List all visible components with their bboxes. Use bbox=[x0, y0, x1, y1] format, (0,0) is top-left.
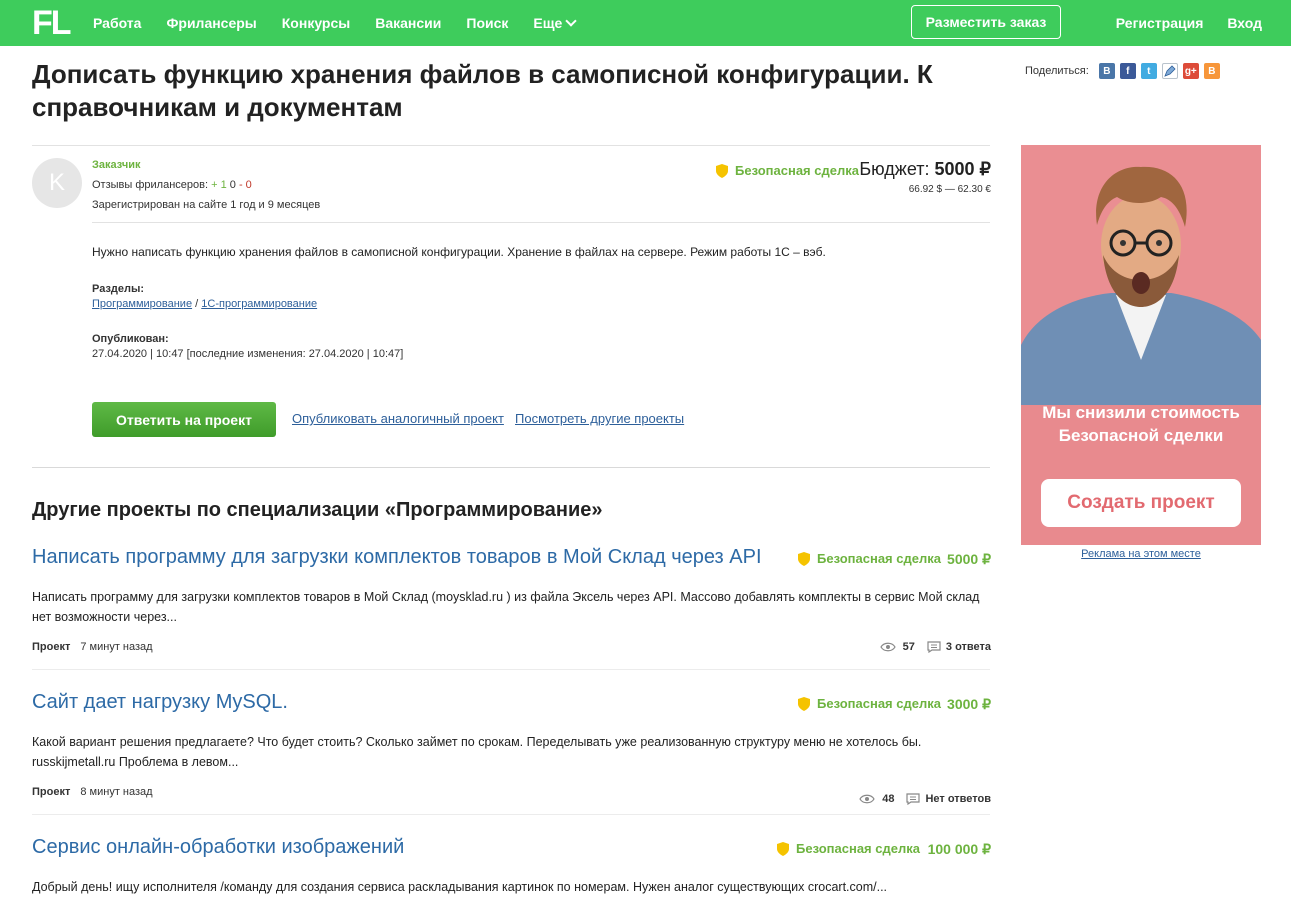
sections-breadcrumb: Программирование / 1С-программирование bbox=[92, 298, 317, 310]
project-description: Написать программу для загрузки комплект… bbox=[32, 590, 980, 624]
reply-to-project-button[interactable]: Ответить на проект bbox=[92, 402, 276, 437]
eye-icon bbox=[879, 642, 896, 652]
registered-duration: Зарегистрирован на сайте 1 год и 9 месяц… bbox=[92, 199, 321, 211]
safe-deal-label: Безопасная сделка bbox=[817, 696, 941, 711]
eye-icon bbox=[859, 794, 875, 804]
ad-text-line1: Мы снизили стоимость bbox=[1042, 403, 1240, 422]
nav-contests[interactable]: Конкурсы bbox=[282, 15, 350, 31]
safe-deal-badge[interactable]: Безопасная сделка bbox=[798, 551, 941, 566]
project-divider bbox=[32, 814, 990, 815]
nav-more[interactable]: Еще bbox=[533, 14, 578, 31]
blogger-icon[interactable]: B bbox=[1203, 63, 1220, 79]
project-title-link[interactable]: Сайт дает нагрузку MySQL. bbox=[32, 691, 288, 714]
reviews-neutral[interactable]: 0 bbox=[230, 179, 236, 191]
livejournal-icon[interactable] bbox=[1161, 63, 1178, 79]
other-projects-heading: Другие проекты по специализации «Програм… bbox=[32, 499, 603, 521]
project-price: 3000 ₽ bbox=[947, 696, 991, 712]
project-meta: Проект 7 минут назад bbox=[32, 641, 153, 653]
auth-links: Регистрация Вход bbox=[1116, 0, 1262, 46]
card-bottom-divider bbox=[32, 467, 990, 468]
project-title-link[interactable]: Написать программу для загрузки комплект… bbox=[32, 546, 762, 569]
share-label: Поделиться: bbox=[1025, 65, 1089, 77]
section-programming-link[interactable]: Программирование bbox=[92, 298, 192, 310]
comment-icon bbox=[906, 793, 921, 805]
budget: Бюджет: 5000 ₽ bbox=[859, 159, 991, 180]
reviews-positive[interactable]: + 1 bbox=[211, 179, 227, 191]
project-type: Проект bbox=[32, 786, 71, 798]
project-time: 7 минут назад bbox=[80, 641, 153, 653]
project-meta: Проект 8 минут назад bbox=[32, 786, 153, 798]
page-title: Дописать функцию хранения файлов в самоп… bbox=[32, 59, 933, 122]
project-time: 8 минут назад bbox=[80, 786, 153, 798]
reviews-label: Отзывы фрилансеров: bbox=[92, 179, 212, 191]
project-stats: 48 Нет ответов bbox=[859, 793, 991, 805]
customer-reviews: Отзывы фрилансеров: + 1 0 - 0 bbox=[92, 179, 252, 191]
main-nav: Работа Фрилансеры Конкурсы Вакансии Поис… bbox=[93, 0, 600, 46]
project-description: Добрый день! ищу исполнителя /команду дл… bbox=[32, 880, 888, 894]
project-description: Какой вариант решения предлагаете? Что б… bbox=[32, 735, 922, 769]
safe-deal-badge[interactable]: Безопасная сделка bbox=[716, 163, 859, 178]
login-link[interactable]: Вход bbox=[1227, 15, 1262, 31]
project-description: Нужно написать функцию хранения файлов в… bbox=[92, 245, 826, 259]
shield-icon bbox=[798, 551, 810, 566]
shield-icon bbox=[716, 163, 728, 178]
comment-icon bbox=[927, 641, 941, 653]
safe-deal-label: Безопасная сделка bbox=[817, 551, 941, 566]
top-navbar: FL Работа Фрилансеры Конкурсы Вакансии П… bbox=[0, 0, 1291, 46]
safe-deal-label: Безопасная сделка bbox=[796, 841, 920, 856]
reviews-negative[interactable]: - 0 bbox=[239, 179, 252, 191]
project-price: 5000 ₽ bbox=[947, 551, 991, 567]
view-other-projects-link[interactable]: Посмотреть другие проекты bbox=[515, 411, 684, 426]
ad-text: Мы снизили стоимость Безопасной сделки bbox=[1021, 401, 1261, 447]
safe-deal-badge[interactable]: Безопасная сделка bbox=[798, 696, 941, 711]
card-inner-divider bbox=[92, 222, 990, 223]
logo[interactable]: FL bbox=[32, 6, 72, 40]
answers-count[interactable]: 3 ответа bbox=[946, 641, 991, 653]
twitter-icon[interactable]: t bbox=[1140, 63, 1157, 79]
section-separator: / bbox=[195, 298, 199, 310]
register-link[interactable]: Регистрация bbox=[1116, 15, 1204, 31]
budget-label: Бюджет: bbox=[859, 159, 930, 179]
shield-icon bbox=[777, 841, 789, 856]
project-title-link[interactable]: Сервис онлайн-обработки изображений bbox=[32, 836, 404, 859]
nav-freelancers[interactable]: Фрилансеры bbox=[166, 15, 256, 31]
answers-count[interactable]: Нет ответов bbox=[925, 793, 991, 805]
card-top-divider bbox=[32, 145, 990, 146]
views-count: 57 bbox=[902, 641, 915, 653]
safe-deal-badge[interactable]: Безопасная сделка bbox=[777, 841, 920, 856]
project-price: 100 000 ₽ bbox=[927, 841, 991, 857]
nav-vacancies[interactable]: Вакансии bbox=[375, 15, 441, 31]
vk-icon[interactable]: B bbox=[1098, 63, 1115, 79]
nav-more-label: Еще bbox=[533, 15, 563, 31]
share-bar: Поделиться: B f t g+ B bbox=[1025, 63, 1225, 79]
budget-value: 5000 ₽ bbox=[934, 159, 992, 179]
nav-search[interactable]: Поиск bbox=[466, 15, 508, 31]
ad-place-link[interactable]: Реклама на этом месте bbox=[1021, 548, 1261, 560]
ad-text-line2: Безопасной сделки bbox=[1058, 426, 1224, 445]
facebook-icon[interactable]: f bbox=[1119, 63, 1136, 79]
google-plus-icon[interactable]: g+ bbox=[1182, 63, 1199, 79]
published-date: 27.04.2020 | 10:47 [последние изменения:… bbox=[92, 348, 404, 360]
ad-banner[interactable]: Мы снизили стоимость Безопасной сделки С… bbox=[1021, 145, 1261, 545]
views-count: 48 bbox=[882, 793, 895, 805]
sections-label: Разделы: bbox=[92, 283, 145, 295]
budget-conversion: 66.92 $ — 62.30 € bbox=[908, 184, 991, 195]
create-project-button[interactable]: Создать проект bbox=[1041, 479, 1241, 527]
project-divider bbox=[32, 669, 990, 670]
chevron-down-icon bbox=[565, 14, 578, 27]
project-type: Проект bbox=[32, 641, 71, 653]
publish-similar-link[interactable]: Опубликовать аналогичный проект bbox=[292, 411, 504, 426]
avatar[interactable]: K bbox=[32, 158, 82, 208]
place-order-button[interactable]: Разместить заказ bbox=[911, 5, 1061, 39]
section-1c-link[interactable]: 1С-программирование bbox=[201, 298, 317, 310]
customer-name[interactable]: Заказчик bbox=[92, 159, 140, 171]
project-stats: 57 3 ответа bbox=[879, 641, 991, 653]
nav-work[interactable]: Работа bbox=[93, 15, 141, 31]
ad-person-image bbox=[1021, 145, 1261, 405]
safe-deal-label: Безопасная сделка bbox=[735, 163, 859, 178]
shield-icon bbox=[798, 696, 810, 711]
published-label: Опубликован: bbox=[92, 333, 169, 345]
